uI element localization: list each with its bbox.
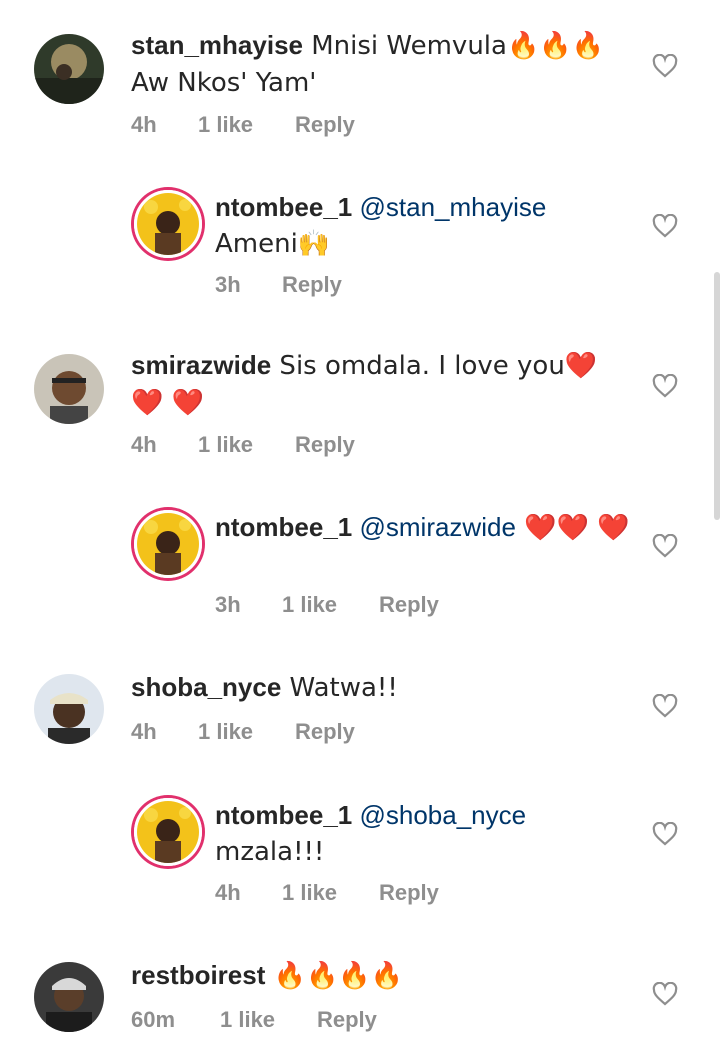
comment-body: Watwa!! — [281, 673, 398, 703]
avatar[interactable] — [34, 354, 104, 424]
comment-meta: 4h 1 like Reply — [215, 880, 439, 906]
heart-outline-icon[interactable] — [652, 534, 678, 558]
comment-likes[interactable]: 1 like — [198, 719, 295, 745]
heart-outline-icon[interactable] — [652, 982, 678, 1006]
comment-body: mzala!!! — [215, 837, 325, 867]
comment-meta: 60m 1 like Reply — [131, 1007, 377, 1033]
comment-username[interactable]: ntombee_1 — [215, 192, 352, 222]
comment-time: 4h — [131, 719, 157, 744]
heart-outline-icon[interactable] — [652, 694, 678, 718]
comment-likes[interactable]: 1 like — [198, 432, 295, 458]
avatar[interactable] — [34, 962, 104, 1032]
comment-mention[interactable]: @stan_mhayise — [352, 192, 546, 222]
comment-text: restboirest 🔥🔥🔥🔥 — [131, 957, 621, 994]
comment-time: 4h — [131, 112, 157, 137]
avatar[interactable] — [34, 34, 104, 104]
comment-body: Ameni🙌 — [215, 229, 331, 259]
scrollbar[interactable] — [714, 272, 720, 520]
comment-text: smirazwide Sis omdala. I love you❤️❤️ ❤️ — [131, 347, 621, 421]
comment-likes[interactable]: 1 like — [198, 112, 295, 138]
comment-likes[interactable]: 1 like — [282, 880, 379, 906]
avatar[interactable] — [134, 190, 202, 258]
comment-username[interactable]: ntombee_1 — [215, 512, 352, 542]
comment-meta: 3h Reply — [215, 272, 342, 298]
comment-text: ntombee_1 @shoba_nyce mzala!!! — [215, 797, 705, 870]
comment-username[interactable]: restboirest — [131, 960, 265, 990]
comment-username[interactable]: stan_mhayise — [131, 30, 303, 60]
reply-button[interactable]: Reply — [295, 432, 355, 458]
comment-username[interactable]: smirazwide — [131, 350, 271, 380]
comment-meta: 3h 1 like Reply — [215, 592, 439, 618]
comment-text: ntombee_1 @smirazwide ❤️❤️ ❤️ — [215, 509, 705, 546]
comment-mention[interactable]: @smirazwide — [352, 512, 515, 542]
comment-time: 4h — [131, 432, 157, 457]
heart-outline-icon[interactable] — [652, 54, 678, 78]
heart-outline-icon[interactable] — [652, 214, 678, 238]
heart-outline-icon[interactable] — [652, 822, 678, 846]
avatar[interactable] — [134, 510, 202, 578]
reply-button[interactable]: Reply — [379, 592, 439, 618]
reply-button[interactable]: Reply — [295, 112, 355, 138]
comment-mention[interactable]: @shoba_nyce — [352, 800, 526, 830]
avatar[interactable] — [34, 674, 104, 744]
reply-button[interactable]: Reply — [317, 1007, 377, 1033]
comment-text: stan_mhayise Mnisi Wemvula🔥🔥🔥 Aw Nkos' Y… — [131, 27, 621, 101]
comment-meta: 4h 1 like Reply — [131, 432, 355, 458]
comment-time: 4h — [215, 880, 241, 905]
comment-time: 3h — [215, 592, 241, 617]
comment-likes[interactable]: 1 like — [282, 592, 379, 618]
comment-time: 60m — [131, 1007, 176, 1032]
comment-text: ntombee_1 @stan_mhayise Ameni🙌 — [215, 189, 705, 262]
comment-body: ❤️❤️ ❤️ — [515, 513, 630, 543]
comment-body: 🔥🔥🔥🔥 — [265, 961, 404, 991]
comment-text: shoba_nyce Watwa!! — [131, 669, 621, 706]
reply-button[interactable]: Reply — [295, 719, 355, 745]
reply-button[interactable]: Reply — [282, 272, 342, 298]
comment-username[interactable]: shoba_nyce — [131, 672, 281, 702]
comment-time: 3h — [215, 272, 241, 297]
comment-meta: 4h 1 like Reply — [131, 719, 355, 745]
heart-outline-icon[interactable] — [652, 374, 678, 398]
reply-button[interactable]: Reply — [379, 880, 439, 906]
comment-likes[interactable]: 1 like — [220, 1007, 317, 1033]
avatar[interactable] — [134, 798, 202, 866]
comment-meta: 4h 1 like Reply — [131, 112, 355, 138]
comment-username[interactable]: ntombee_1 — [215, 800, 352, 830]
